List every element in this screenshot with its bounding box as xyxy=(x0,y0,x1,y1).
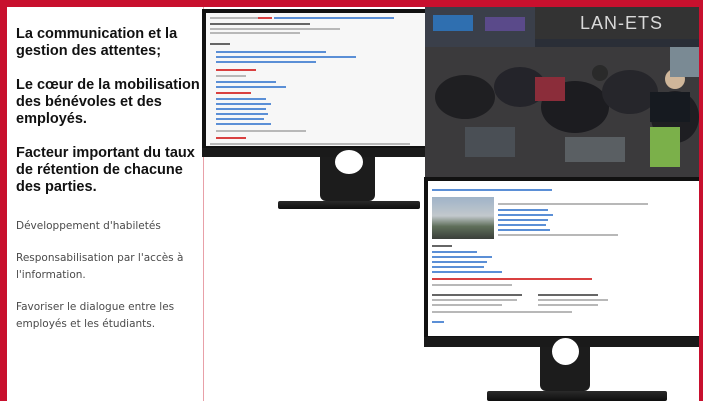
monitor-2-stand-hole xyxy=(552,338,579,365)
point-dialogue: Favoriser le dialogue entre les employés… xyxy=(16,301,175,330)
monitor-2-base xyxy=(487,391,667,401)
point-responsabilisation: Responsabilisation par l'accès à l'infor… xyxy=(16,252,184,281)
left-frame-band xyxy=(0,0,7,401)
text-column: La communication et la gestion des atten… xyxy=(16,26,202,348)
right-frame-band xyxy=(699,0,703,401)
monitor-1-stand-hole xyxy=(335,150,363,174)
point-habiletes: Développement d'habiletés xyxy=(16,220,161,232)
monitor-2-screen xyxy=(424,177,699,340)
heading-communication: La communication et la gestion des atten… xyxy=(16,26,178,59)
page-thumbnail-image xyxy=(432,197,494,239)
monitor-1-bezel xyxy=(202,148,425,157)
photo-banner-text: LAN-ETS xyxy=(580,13,664,33)
heading-mobilisation: Le cœur de la mobilisation des bénévoles… xyxy=(16,77,200,127)
top-frame-band xyxy=(0,0,703,7)
lan-event-photo: LAN-ETS xyxy=(425,7,699,177)
heading-retention: Facteur important du taux de rétention d… xyxy=(16,145,195,195)
monitor-1-screen xyxy=(202,9,425,150)
monitor-1-base xyxy=(278,201,420,209)
